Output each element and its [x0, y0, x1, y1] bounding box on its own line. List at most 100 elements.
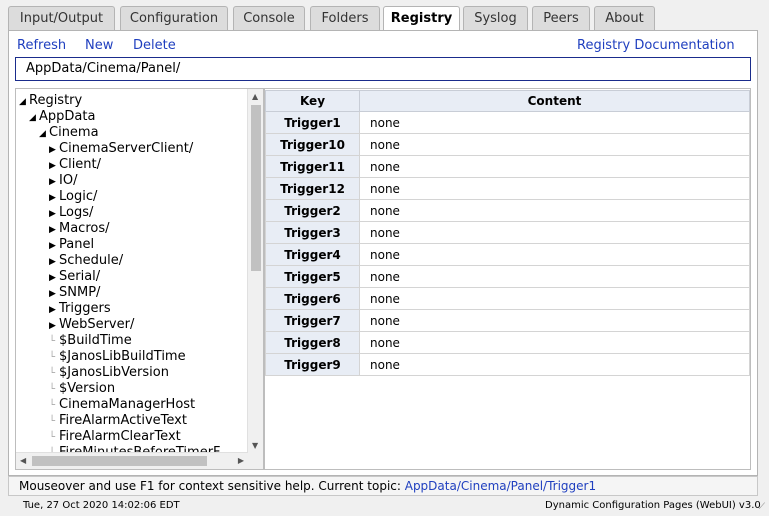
- table-row[interactable]: Trigger9 none: [265, 353, 750, 376]
- tree-node[interactable]: └ $JanosLibVersion: [49, 365, 169, 381]
- triangle-down-left-icon[interactable]: ◢: [39, 126, 49, 142]
- table-row[interactable]: Trigger12 none: [265, 177, 750, 200]
- tree-node[interactable]: ▶ SNMP/: [49, 285, 100, 301]
- registry-path-input[interactable]: AppData/Cinema/Panel/: [15, 57, 751, 81]
- tab-folders[interactable]: Folders: [310, 6, 380, 30]
- column-header-content[interactable]: Content: [359, 90, 750, 112]
- help-topic-link[interactable]: AppData/Cinema/Panel/Trigger1: [405, 479, 596, 493]
- row-key-cell[interactable]: Trigger11: [265, 155, 360, 178]
- table-row[interactable]: Trigger4 none: [265, 243, 750, 266]
- row-content-cell[interactable]: none: [359, 287, 750, 310]
- tree-node[interactable]: ▶ CinemaServerClient/: [49, 141, 193, 157]
- column-header-key[interactable]: Key: [265, 90, 360, 112]
- tree-horizontal-scrollbar[interactable]: ◀ ▶: [16, 452, 248, 469]
- triangle-right-icon[interactable]: ▶: [49, 286, 59, 302]
- triangle-right-icon[interactable]: ▶: [49, 302, 59, 318]
- tree-node[interactable]: ▶ Logs/: [49, 205, 93, 221]
- triangle-right-icon[interactable]: ▶: [49, 142, 59, 158]
- triangle-right-icon[interactable]: ▶: [49, 174, 59, 190]
- tree-node[interactable]: ◢ AppData: [29, 109, 95, 125]
- tree-vertical-scroll-thumb[interactable]: [251, 105, 261, 271]
- row-content-cell[interactable]: none: [359, 111, 750, 134]
- registry-table: Key Content Trigger1 none Trigger10 none Tri…: [265, 90, 750, 376]
- triangle-right-icon[interactable]: ▶: [49, 206, 59, 222]
- table-row[interactable]: Trigger11 none: [265, 155, 750, 178]
- row-key-cell[interactable]: Trigger7: [265, 309, 360, 332]
- table-row[interactable]: Trigger5 none: [265, 265, 750, 288]
- tree-node[interactable]: ▶ Serial/: [49, 269, 100, 285]
- row-content-cell[interactable]: none: [359, 155, 750, 178]
- tree-node[interactable]: └ CinemaManagerHost: [49, 397, 195, 413]
- delete-link[interactable]: Delete: [133, 38, 176, 53]
- table-row[interactable]: Trigger1 none: [265, 111, 750, 134]
- tab-console[interactable]: Console: [233, 6, 305, 30]
- tree-node[interactable]: └ FireAlarmClearText: [49, 429, 181, 445]
- resize-grip-icon[interactable]: ⟋: [759, 502, 765, 512]
- row-content-cell[interactable]: none: [359, 265, 750, 288]
- row-key-cell[interactable]: Trigger10: [265, 133, 360, 156]
- tree-node[interactable]: ◢ Registry: [19, 93, 82, 109]
- tree-node[interactable]: ◢ Cinema: [39, 125, 99, 141]
- scroll-left-arrow-icon[interactable]: ◀: [20, 456, 26, 465]
- row-content-cell[interactable]: none: [359, 331, 750, 354]
- row-key-cell[interactable]: Trigger12: [265, 177, 360, 200]
- tab-input-output[interactable]: Input/Output: [8, 6, 115, 30]
- table-row[interactable]: Trigger3 none: [265, 221, 750, 244]
- row-content-cell[interactable]: none: [359, 309, 750, 332]
- row-content-cell[interactable]: none: [359, 133, 750, 156]
- table-row[interactable]: Trigger2 none: [265, 199, 750, 222]
- triangle-down-left-icon[interactable]: ◢: [19, 94, 29, 110]
- tree-node[interactable]: └ FireAlarmActiveText: [49, 413, 187, 429]
- triangle-right-icon[interactable]: ▶: [49, 222, 59, 238]
- scroll-right-arrow-icon[interactable]: ▶: [238, 456, 244, 465]
- triangle-right-icon[interactable]: ▶: [49, 158, 59, 174]
- row-content-cell[interactable]: none: [359, 243, 750, 266]
- tree-node[interactable]: ▶ Client/: [49, 157, 101, 173]
- row-key-cell[interactable]: Trigger3: [265, 221, 360, 244]
- tab-peers[interactable]: Peers: [532, 6, 590, 30]
- row-content-cell[interactable]: none: [359, 177, 750, 200]
- row-key-cell[interactable]: Trigger2: [265, 199, 360, 222]
- tab-syslog[interactable]: Syslog: [463, 6, 528, 30]
- tree-horizontal-scroll-thumb[interactable]: [32, 456, 207, 466]
- row-key-cell[interactable]: Trigger4: [265, 243, 360, 266]
- row-key-cell[interactable]: Trigger6: [265, 287, 360, 310]
- row-key-cell[interactable]: Trigger5: [265, 265, 360, 288]
- table-row[interactable]: Trigger10 none: [265, 133, 750, 156]
- table-row[interactable]: Trigger8 none: [265, 331, 750, 354]
- triangle-right-icon[interactable]: ▶: [49, 238, 59, 254]
- row-content-cell[interactable]: none: [359, 353, 750, 376]
- scroll-up-arrow-icon[interactable]: ▲: [252, 92, 258, 101]
- triangle-right-icon[interactable]: ▶: [49, 270, 59, 286]
- registry-tree: ◢ Registry ◢ AppData ◢ Cinema ▶ CinemaServerCli…: [15, 88, 265, 470]
- tab-registry[interactable]: Registry: [383, 6, 460, 31]
- triangle-down-left-icon[interactable]: ◢: [29, 110, 39, 126]
- row-key-cell[interactable]: Trigger9: [265, 353, 360, 376]
- table-row[interactable]: Trigger7 none: [265, 309, 750, 332]
- tree-node[interactable]: ▶ Triggers: [49, 301, 111, 317]
- table-row[interactable]: Trigger6 none: [265, 287, 750, 310]
- tree-node[interactable]: └ $BuildTime: [49, 333, 132, 349]
- new-link[interactable]: New: [85, 38, 113, 53]
- tree-vertical-scrollbar[interactable]: ▲ ▼: [247, 89, 264, 453]
- tree-node[interactable]: ▶ WebServer/: [49, 317, 134, 333]
- row-content-cell[interactable]: none: [359, 221, 750, 244]
- registry-documentation-link[interactable]: Registry Documentation: [577, 38, 735, 53]
- tree-node[interactable]: └ $JanosLibBuildTime: [49, 349, 186, 365]
- triangle-right-icon[interactable]: ▶: [49, 190, 59, 206]
- row-key-cell[interactable]: Trigger8: [265, 331, 360, 354]
- row-content-cell[interactable]: none: [359, 199, 750, 222]
- tree-node[interactable]: └ $Version: [49, 381, 115, 397]
- tree-node[interactable]: ▶ Panel: [49, 237, 94, 253]
- tree-node[interactable]: ▶ Logic/: [49, 189, 97, 205]
- scroll-down-arrow-icon[interactable]: ▼: [252, 441, 258, 450]
- triangle-right-icon[interactable]: ▶: [49, 254, 59, 270]
- tree-node[interactable]: ▶ Macros/: [49, 221, 110, 237]
- tree-node[interactable]: ▶ Schedule/: [49, 253, 123, 269]
- tab-configuration[interactable]: Configuration: [120, 6, 228, 30]
- row-key-cell[interactable]: Trigger1: [265, 111, 360, 134]
- refresh-link[interactable]: Refresh: [17, 38, 66, 53]
- tree-node[interactable]: ▶ IO/: [49, 173, 77, 189]
- triangle-right-icon[interactable]: ▶: [49, 318, 59, 334]
- tab-about[interactable]: About: [594, 6, 655, 30]
